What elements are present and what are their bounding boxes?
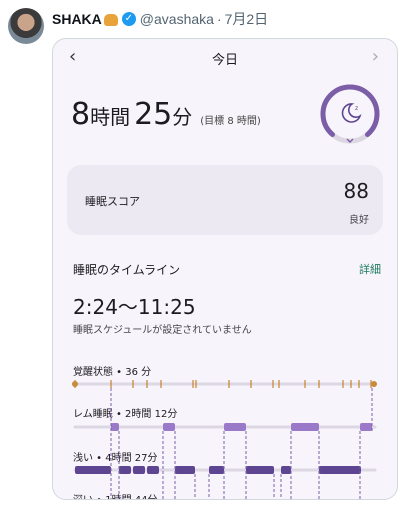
sleep-time-range: 2:24〜11:25 <box>73 295 196 319</box>
attached-image[interactable]: ‹ 今日 › 8 時間 25 分 (目標 8 時間) z 睡眠スコア 88 良好… <box>52 38 398 500</box>
moon-icon: z <box>341 103 362 123</box>
sleep-score-quality: 良好 <box>349 215 369 226</box>
sleep-stage-timeline <box>72 380 377 499</box>
duration-hours: 8 <box>71 97 91 132</box>
awake-end-marker <box>371 381 377 387</box>
chevron-right-icon[interactable]: › <box>372 46 379 67</box>
day-navigation: ‹ 今日 › <box>53 45 397 69</box>
details-link[interactable]: 詳細 <box>359 261 381 277</box>
minutes-unit: 分 <box>172 105 193 129</box>
sleep-score-label: 睡眠スコア <box>85 195 140 208</box>
cat-emoji-icon <box>103 14 118 26</box>
awake-start-marker <box>72 381 78 387</box>
separator: · <box>216 11 222 27</box>
sleep-progress-ring: z <box>320 84 380 144</box>
svg-text:z: z <box>355 105 358 112</box>
timeline-title: 睡眠のタイムライン <box>73 263 181 277</box>
sleep-goal: (目標 8 時間) <box>200 116 261 127</box>
sleep-score-card[interactable]: 睡眠スコア 88 良好 <box>67 165 383 235</box>
schedule-note: 睡眠スケジュールが設定されていません <box>73 325 252 336</box>
sleep-score-value: 88 <box>343 179 369 203</box>
duration-minutes: 25 <box>134 97 173 132</box>
tweet-date[interactable]: 7月2日 <box>225 9 269 29</box>
stage-transitions <box>110 388 373 499</box>
verified-badge-icon: ✓ <box>121 12 136 26</box>
day-title: 今日 <box>211 53 238 68</box>
hours-unit: 時間 <box>90 105 131 129</box>
tweet-header: SHAKA ✓ @avashaka · 7月2日 <box>52 10 268 28</box>
sleep-duration: 8 時間 25 分 (目標 8 時間) <box>71 97 261 132</box>
avatar[interactable] <box>8 8 44 44</box>
user-handle[interactable]: @avashaka <box>140 11 214 27</box>
display-name[interactable]: SHAKA <box>52 11 102 27</box>
sleep-app-screenshot: ‹ 今日 › 8 時間 25 分 (目標 8 時間) z 睡眠スコア 88 良好… <box>53 39 397 499</box>
